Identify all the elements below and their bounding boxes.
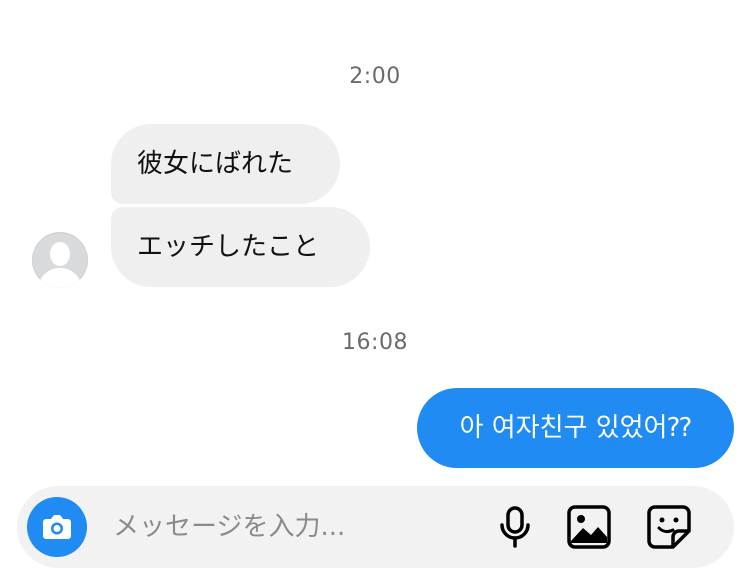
message-composer — [17, 486, 734, 568]
chat-thread: 2:00 彼女にばれた エッチしたこと 16:08 아 여자친구 있었어⁇ — [0, 0, 750, 588]
sticker-button[interactable] — [645, 503, 693, 551]
sticker-icon — [647, 505, 691, 549]
microphone-button[interactable] — [491, 503, 539, 551]
incoming-message[interactable]: 彼女にばれた — [111, 124, 340, 204]
microphone-icon — [500, 506, 530, 548]
timestamp: 16:08 — [342, 330, 408, 355]
image-gallery-icon — [567, 505, 611, 549]
camera-icon — [43, 515, 71, 539]
outgoing-message[interactable]: 아 여자친구 있었어⁇ — [417, 388, 734, 468]
camera-button[interactable] — [27, 497, 87, 557]
message-input[interactable] — [113, 486, 463, 568]
incoming-message[interactable]: エッチしたこと — [111, 207, 370, 287]
timestamp: 2:00 — [349, 64, 401, 89]
person-placeholder-icon[interactable] — [32, 232, 88, 288]
gallery-button[interactable] — [565, 503, 613, 551]
